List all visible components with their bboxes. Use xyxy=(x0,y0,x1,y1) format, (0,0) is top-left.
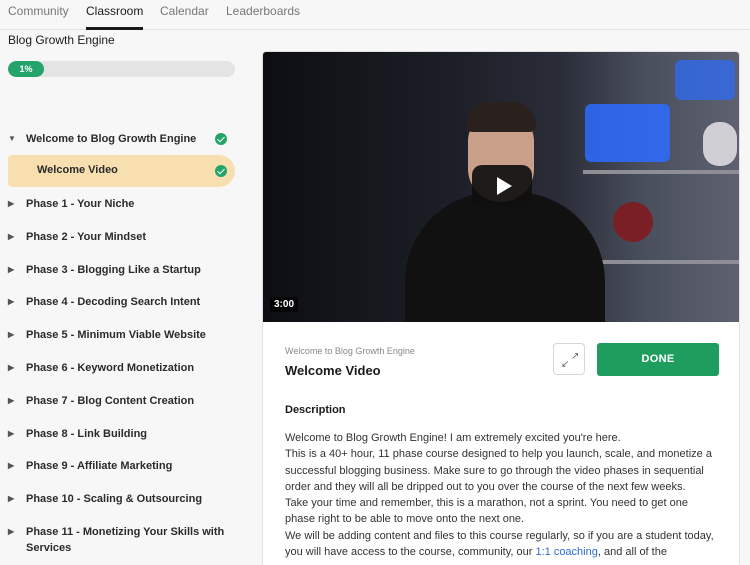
description-paragraph: Welcome to Blog Growth Engine! I am extr… xyxy=(285,432,621,444)
lesson-label: Welcome Video xyxy=(37,164,118,176)
caret-right-icon: ▶ xyxy=(8,199,15,208)
video-player[interactable]: 3:00 xyxy=(263,52,739,322)
sidebar-module-phase-4[interactable]: ▶ Phase 4 - Decoding Search Intent xyxy=(8,294,235,310)
progress-label: 1% xyxy=(19,64,33,74)
coaching-link[interactable]: 1:1 coaching xyxy=(535,546,597,558)
sidebar-module-phase-8[interactable]: ▶ Phase 8 - Link Building xyxy=(8,426,235,442)
description-heading: Description xyxy=(285,404,346,416)
module-label: Phase 5 - Minimum Viable Website xyxy=(26,329,206,341)
sidebar-module-phase-6[interactable]: ▶ Phase 6 - Keyword Monetization xyxy=(8,360,235,376)
sidebar-module-welcome[interactable]: ▼ Welcome to Blog Growth Engine xyxy=(8,131,235,147)
expand-button[interactable]: ↗ ↙ xyxy=(553,343,585,375)
sidebar-lesson-welcome-video[interactable]: Welcome Video xyxy=(8,155,235,187)
caret-right-icon: ▶ xyxy=(8,527,15,536)
sidebar-module-phase-9[interactable]: ▶ Phase 9 - Affiliate Marketing xyxy=(8,458,235,474)
sidebar-module-phase-5[interactable]: ▶ Phase 5 - Minimum Viable Website xyxy=(8,327,235,343)
module-label: Phase 11 - Monetizing Your Skills with S… xyxy=(26,526,225,554)
course-title: Blog Growth Engine xyxy=(8,33,115,47)
sidebar-module-phase-11[interactable]: ▶ Phase 11 - Monetizing Your Skills with… xyxy=(8,524,235,558)
shelf xyxy=(583,170,739,174)
sidebar-module-phase-3[interactable]: ▶ Phase 3 - Blogging Like a Startup xyxy=(8,262,235,278)
caret-right-icon: ▶ xyxy=(8,429,15,438)
presenter-body xyxy=(405,192,605,322)
caret-right-icon: ▶ xyxy=(8,494,15,503)
tab-community[interactable]: Community xyxy=(8,0,69,30)
module-label: Phase 10 - Scaling & Outsourcing xyxy=(26,493,203,505)
sidebar-module-phase-1[interactable]: ▶ Phase 1 - Your Niche xyxy=(8,196,235,212)
background-object xyxy=(613,202,653,242)
lesson-module-name: Welcome to Blog Growth Engine xyxy=(285,346,415,356)
sidebar-module-phase-2[interactable]: ▶ Phase 2 - Your Mindset xyxy=(8,229,235,245)
tab-calendar[interactable]: Calendar xyxy=(160,0,209,30)
description-paragraph: We will be adding content and files to t… xyxy=(285,528,720,561)
course-progress-bar: 1% xyxy=(8,61,235,77)
background-light xyxy=(675,60,735,100)
sidebar-module-phase-10[interactable]: ▶ Phase 10 - Scaling & Outsourcing xyxy=(8,491,235,507)
sidebar-module-phase-7[interactable]: ▶ Phase 7 - Blog Content Creation xyxy=(8,393,235,409)
play-icon[interactable] xyxy=(472,165,532,207)
description-paragraph: This is a 40+ hour, 11 phase course desi… xyxy=(285,448,712,493)
background-object xyxy=(703,122,737,166)
caret-right-icon: ▶ xyxy=(8,232,15,241)
description-paragraph: Take your time and remember, this is a m… xyxy=(285,497,688,526)
tab-classroom[interactable]: Classroom xyxy=(86,0,144,30)
lesson-description: Welcome to Blog Growth Engine! I am extr… xyxy=(285,430,720,560)
expand-icon: ↗ xyxy=(571,351,580,362)
module-label: Phase 1 - Your Niche xyxy=(26,198,135,210)
module-label: Phase 3 - Blogging Like a Startup xyxy=(26,264,201,276)
done-button[interactable]: DONE xyxy=(597,343,719,376)
lesson-title: Welcome Video xyxy=(285,363,381,378)
presenter-hair xyxy=(466,102,536,132)
top-nav: Community Classroom Calendar Leaderboard… xyxy=(0,0,750,30)
module-label: Phase 4 - Decoding Search Intent xyxy=(26,296,201,308)
caret-right-icon: ▶ xyxy=(8,265,15,274)
caret-down-icon: ▼ xyxy=(8,134,16,143)
expand-icon: ↙ xyxy=(561,359,570,370)
check-circle-icon xyxy=(215,133,227,145)
tab-leaderboards[interactable]: Leaderboards xyxy=(226,0,300,30)
caret-right-icon: ▶ xyxy=(8,330,15,339)
caret-right-icon: ▶ xyxy=(8,297,15,306)
caret-right-icon: ▶ xyxy=(8,396,15,405)
description-text: , and all of the xyxy=(597,546,667,559)
shelf xyxy=(583,260,739,264)
background-light xyxy=(585,104,670,162)
module-label: Phase 8 - Link Building xyxy=(26,428,148,440)
video-duration: 3:00 xyxy=(270,297,299,312)
caret-right-icon: ▶ xyxy=(8,363,15,372)
module-label: Phase 2 - Your Mindset xyxy=(26,231,147,243)
caret-right-icon: ▶ xyxy=(8,461,15,470)
lesson-panel: 3:00 Welcome to Blog Growth Engine Welco… xyxy=(262,51,740,565)
module-label: Phase 6 - Keyword Monetization xyxy=(26,362,195,374)
module-label: Phase 9 - Affiliate Marketing xyxy=(26,460,173,472)
check-circle-icon xyxy=(215,165,227,177)
module-label: Phase 7 - Blog Content Creation xyxy=(26,395,195,407)
module-label: Welcome to Blog Growth Engine xyxy=(26,133,197,145)
